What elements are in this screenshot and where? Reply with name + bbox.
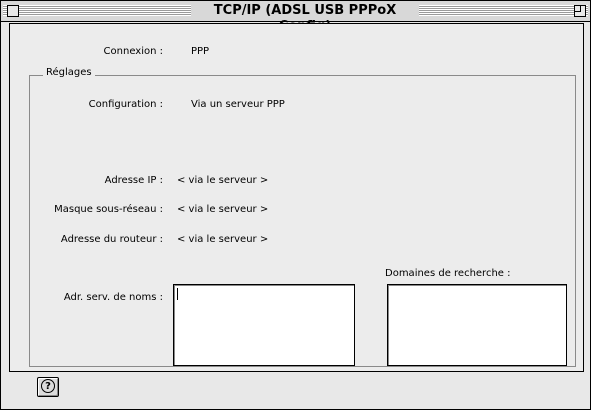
configuration-label: Configuration : (88, 99, 163, 110)
serveurs-noms-textarea[interactable] (173, 284, 355, 366)
adresse-ip-value: < via le serveur > (177, 175, 269, 186)
masque-value: < via le serveur > (177, 204, 269, 215)
domaines-label: Domaines de recherche : (385, 268, 511, 279)
routeur-value: < via le serveur > (177, 234, 269, 245)
connexion-label: Connexion : (103, 46, 163, 57)
tcpip-window: TCP/IP (ADSL USB PPPoX Config) Connexion… (0, 0, 591, 410)
domaines-textarea[interactable] (387, 284, 567, 366)
window-title: TCP/IP (ADSL USB PPPoX Config) (191, 3, 419, 34)
zoom-box-icon[interactable] (574, 5, 586, 17)
text-caret (177, 288, 178, 300)
masque-label: Masque sous-réseau : (54, 204, 163, 215)
close-box-icon[interactable] (7, 5, 19, 17)
title-bar[interactable]: TCP/IP (ADSL USB PPPoX Config) (1, 1, 590, 34)
help-icon: ? (41, 379, 55, 393)
serveurs-noms-label: Adr. serv. de noms : (63, 292, 163, 303)
reglages-title: Réglages (43, 67, 95, 78)
configuration-value: Via un serveur PPP (191, 99, 285, 110)
adresse-ip-label: Adresse IP : (104, 175, 163, 186)
connexion-value: PPP (191, 46, 210, 57)
routeur-label: Adresse du routeur : (60, 234, 163, 245)
help-button[interactable]: ? (37, 377, 59, 397)
